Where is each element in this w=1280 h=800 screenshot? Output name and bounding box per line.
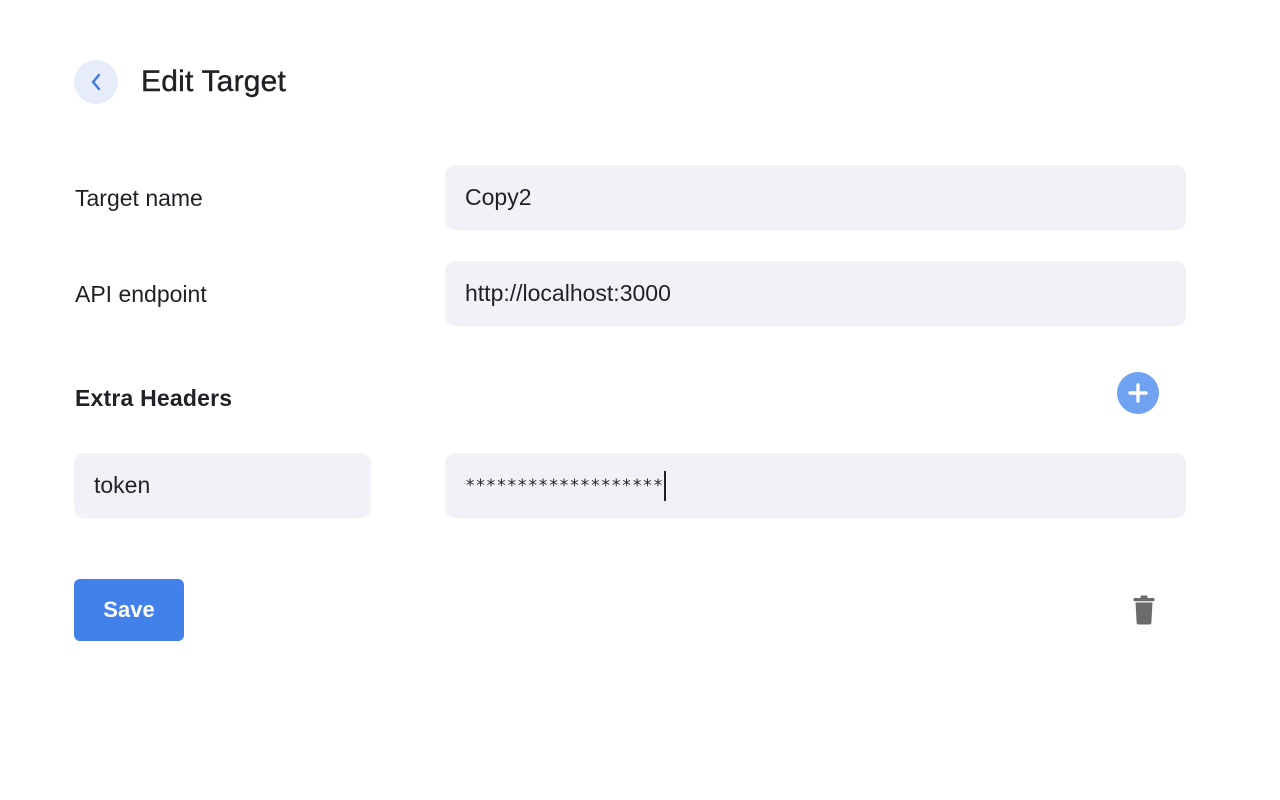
header-key-field[interactable] bbox=[74, 453, 371, 518]
target-name-input[interactable] bbox=[465, 184, 1166, 211]
header-value-field[interactable]: ******************* bbox=[445, 453, 1186, 518]
save-button[interactable]: Save bbox=[74, 579, 184, 641]
add-header-button[interactable] bbox=[1117, 372, 1159, 414]
trash-icon bbox=[1133, 595, 1155, 625]
chevron-left-icon bbox=[91, 73, 101, 91]
header-value-masked-text: ******************* bbox=[465, 475, 664, 496]
edit-target-page: Edit Target Target name API endpoint Ext… bbox=[0, 0, 1280, 800]
delete-button[interactable] bbox=[1128, 592, 1160, 628]
plus-icon bbox=[1128, 383, 1148, 403]
text-cursor bbox=[664, 470, 666, 501]
target-name-label: Target name bbox=[75, 185, 203, 211]
back-button[interactable] bbox=[74, 60, 118, 104]
api-endpoint-field[interactable] bbox=[445, 261, 1186, 326]
api-endpoint-input[interactable] bbox=[465, 280, 1166, 307]
page-title: Edit Target bbox=[141, 65, 287, 98]
api-endpoint-label: API endpoint bbox=[75, 281, 207, 307]
extra-headers-title: Extra Headers bbox=[75, 385, 233, 411]
header-value-input[interactable]: ******************* bbox=[465, 470, 666, 501]
header-key-input[interactable] bbox=[94, 472, 351, 499]
target-name-field[interactable] bbox=[445, 165, 1186, 230]
